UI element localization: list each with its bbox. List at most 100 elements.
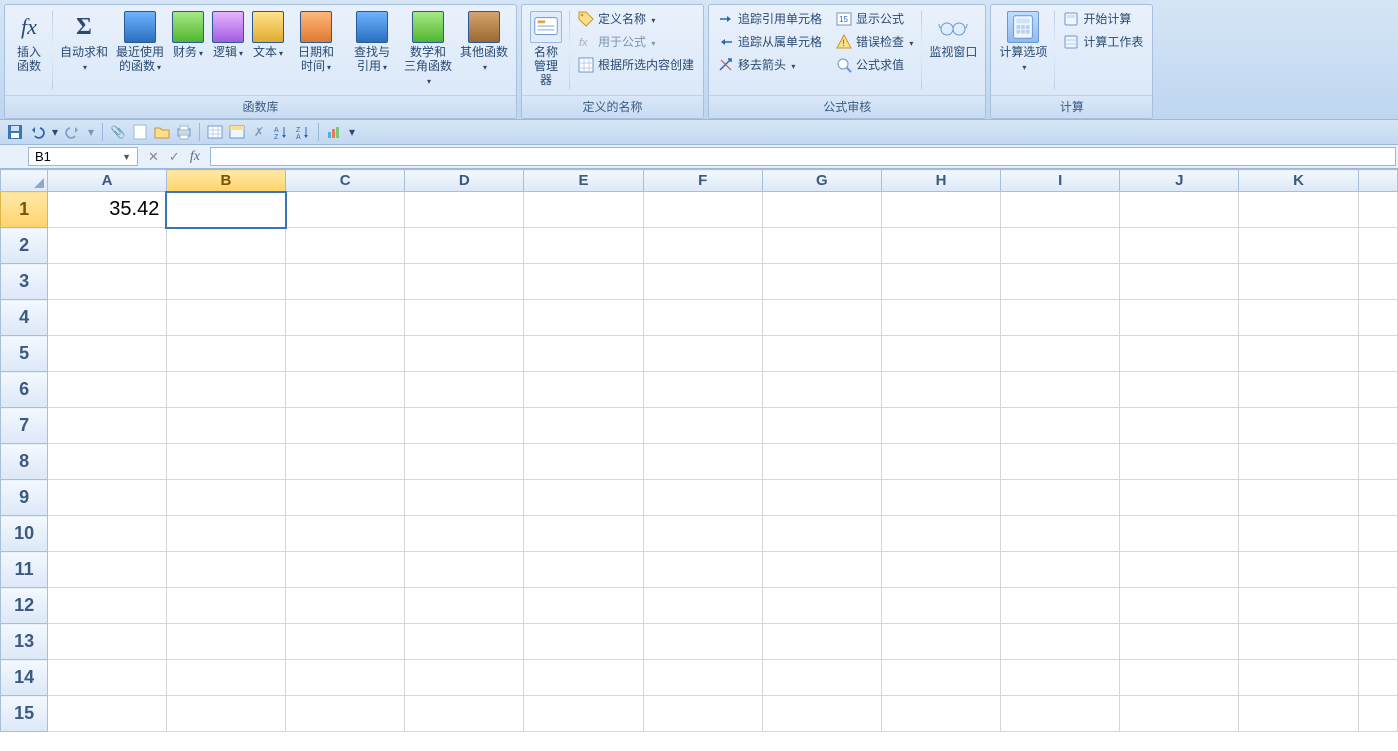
col-header-G[interactable]: G [762, 170, 881, 192]
cell-K6[interactable] [1239, 372, 1358, 408]
row-header-5[interactable]: 5 [1, 336, 48, 372]
cell-H5[interactable] [881, 336, 1000, 372]
print-icon[interactable] [175, 123, 193, 141]
cell-B10[interactable] [166, 516, 285, 552]
cell-D11[interactable] [405, 552, 524, 588]
col-header-E[interactable]: E [524, 170, 643, 192]
cell-K15[interactable] [1239, 696, 1358, 732]
cell-D6[interactable] [405, 372, 524, 408]
col-header-C[interactable]: C [286, 170, 405, 192]
cell-I10[interactable] [1001, 516, 1120, 552]
cell-E7[interactable] [524, 408, 643, 444]
row-header-14[interactable]: 14 [1, 660, 48, 696]
cell-extra[interactable] [1358, 624, 1397, 660]
cell-I9[interactable] [1001, 480, 1120, 516]
autosum-button[interactable]: Σ 自动求和▾ [56, 7, 112, 79]
row-header-12[interactable]: 12 [1, 588, 48, 624]
select-all-corner[interactable] [1, 170, 48, 192]
cell-H1[interactable] [881, 192, 1000, 228]
cell-E15[interactable] [524, 696, 643, 732]
sort-desc-icon[interactable]: ZA [294, 123, 312, 141]
cell-G14[interactable] [762, 660, 881, 696]
cell-extra[interactable] [1358, 372, 1397, 408]
cell-I15[interactable] [1001, 696, 1120, 732]
cell-A4[interactable] [48, 300, 167, 336]
cell-K12[interactable] [1239, 588, 1358, 624]
col-header-B[interactable]: B [166, 170, 285, 192]
cell-I1[interactable] [1001, 192, 1120, 228]
col-header-A[interactable]: A [48, 170, 167, 192]
cell-C7[interactable] [286, 408, 405, 444]
cell-F11[interactable] [643, 552, 762, 588]
cell-J12[interactable] [1120, 588, 1239, 624]
cell-H3[interactable] [881, 264, 1000, 300]
cell-J14[interactable] [1120, 660, 1239, 696]
attach-icon[interactable]: 📎 [109, 123, 127, 141]
cell-F4[interactable] [643, 300, 762, 336]
cell-I11[interactable] [1001, 552, 1120, 588]
cell-E8[interactable] [524, 444, 643, 480]
undo-dropdown-icon[interactable]: ▾ [50, 123, 60, 141]
trace-dependents-button[interactable]: 追踪从属单元格 [713, 30, 827, 53]
cell-H10[interactable] [881, 516, 1000, 552]
cell-E14[interactable] [524, 660, 643, 696]
cell-K5[interactable] [1239, 336, 1358, 372]
cell-C2[interactable] [286, 228, 405, 264]
cell-extra[interactable] [1358, 480, 1397, 516]
cell-J10[interactable] [1120, 516, 1239, 552]
cell-C9[interactable] [286, 480, 405, 516]
cell-E2[interactable] [524, 228, 643, 264]
cell-D2[interactable] [405, 228, 524, 264]
cell-D15[interactable] [405, 696, 524, 732]
cell-G2[interactable] [762, 228, 881, 264]
cell-D3[interactable] [405, 264, 524, 300]
cell-G3[interactable] [762, 264, 881, 300]
create-from-selection-button[interactable]: 根据所选内容创建 [573, 53, 699, 76]
insert-function-icon[interactable]: fx [190, 149, 200, 165]
undo-icon[interactable] [28, 123, 46, 141]
cell-E6[interactable] [524, 372, 643, 408]
cell-D9[interactable] [405, 480, 524, 516]
calculation-options-button[interactable]: 计算选项▾ [995, 7, 1051, 79]
pivot-icon[interactable] [228, 123, 246, 141]
cell-H12[interactable] [881, 588, 1000, 624]
cell-C14[interactable] [286, 660, 405, 696]
table-icon[interactable] [206, 123, 224, 141]
col-header-F[interactable]: F [643, 170, 762, 192]
cell-extra[interactable] [1358, 300, 1397, 336]
row-header-4[interactable]: 4 [1, 300, 48, 336]
cell-J8[interactable] [1120, 444, 1239, 480]
cell-G6[interactable] [762, 372, 881, 408]
row-header-9[interactable]: 9 [1, 480, 48, 516]
cell-B6[interactable] [166, 372, 285, 408]
text-button[interactable]: 文本▾ [248, 7, 288, 65]
show-formulas-button[interactable]: 15 显示公式 [831, 7, 918, 30]
cell-J13[interactable] [1120, 624, 1239, 660]
cell-H2[interactable] [881, 228, 1000, 264]
cell-G11[interactable] [762, 552, 881, 588]
save-icon[interactable] [6, 123, 24, 141]
cell-K4[interactable] [1239, 300, 1358, 336]
cell-H7[interactable] [881, 408, 1000, 444]
delete-icon[interactable]: ✗ [250, 123, 268, 141]
cell-C1[interactable] [286, 192, 405, 228]
cell-B13[interactable] [166, 624, 285, 660]
cell-D12[interactable] [405, 588, 524, 624]
cell-F15[interactable] [643, 696, 762, 732]
cell-E13[interactable] [524, 624, 643, 660]
cell-A8[interactable] [48, 444, 167, 480]
cell-J3[interactable] [1120, 264, 1239, 300]
cell-F14[interactable] [643, 660, 762, 696]
cell-J1[interactable] [1120, 192, 1239, 228]
col-header-J[interactable]: J [1120, 170, 1239, 192]
cell-F9[interactable] [643, 480, 762, 516]
new-icon[interactable] [131, 123, 149, 141]
cell-F5[interactable] [643, 336, 762, 372]
chart-dropdown-icon[interactable]: ▾ [347, 123, 357, 141]
formula-input[interactable] [210, 147, 1396, 166]
row-header-2[interactable]: 2 [1, 228, 48, 264]
cell-B2[interactable] [166, 228, 285, 264]
cell-D4[interactable] [405, 300, 524, 336]
cell-B5[interactable] [166, 336, 285, 372]
cell-G1[interactable] [762, 192, 881, 228]
